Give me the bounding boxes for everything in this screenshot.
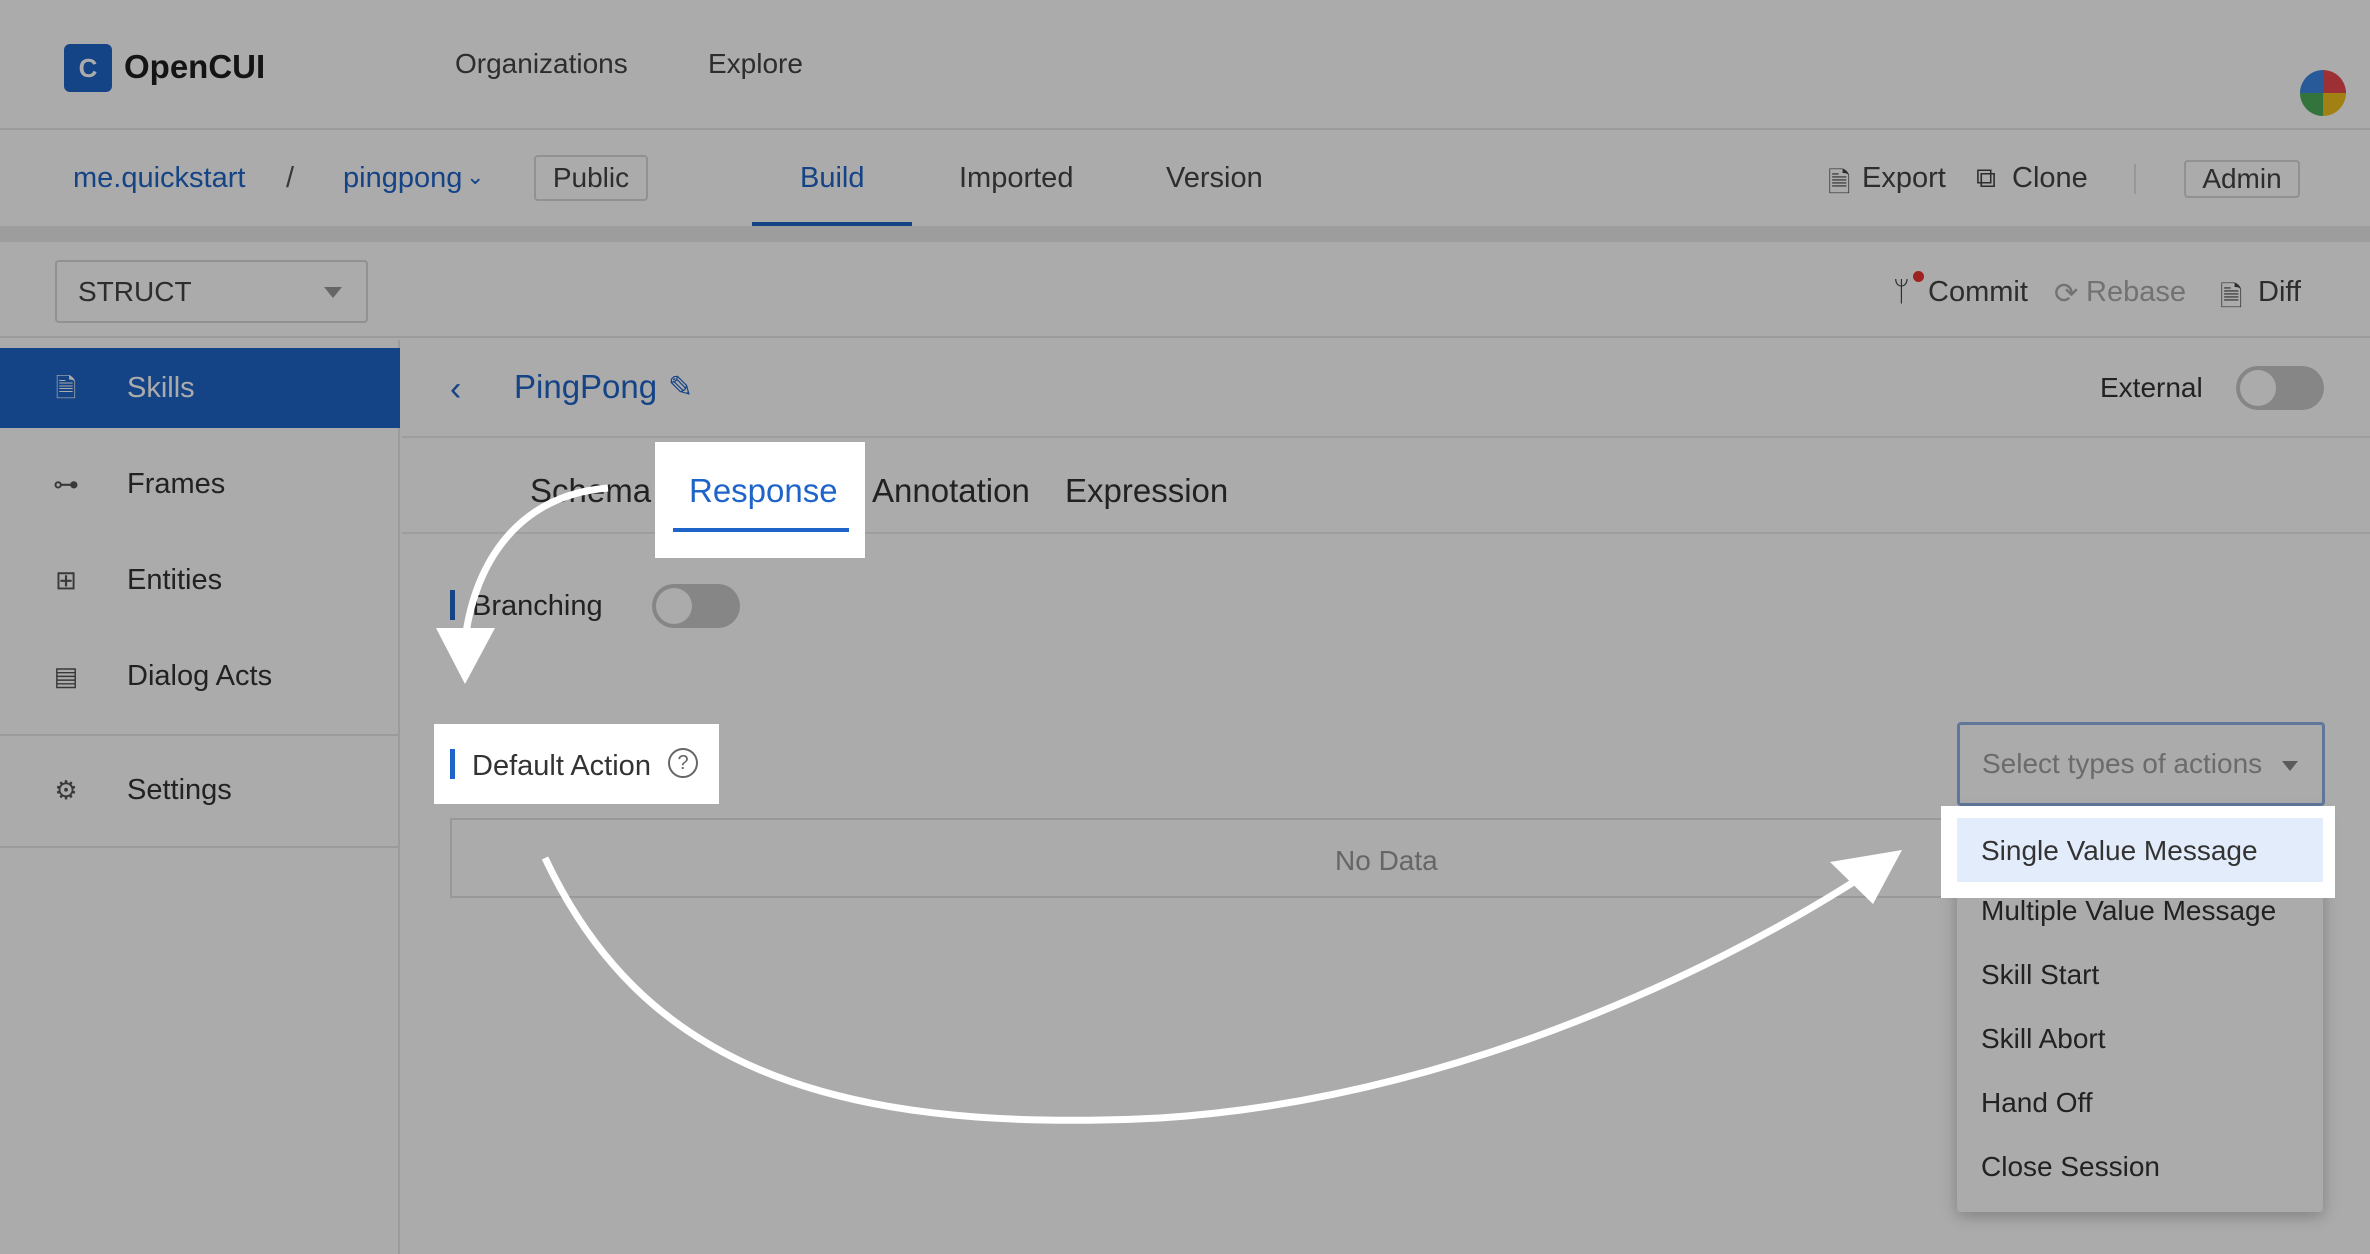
arrowhead xyxy=(436,628,495,684)
arrow-curve-to-default-action xyxy=(461,484,609,641)
arrowhead xyxy=(1830,850,1902,904)
arrow-curve-to-option xyxy=(541,856,1862,1124)
tutorial-arrows xyxy=(436,484,1902,1124)
